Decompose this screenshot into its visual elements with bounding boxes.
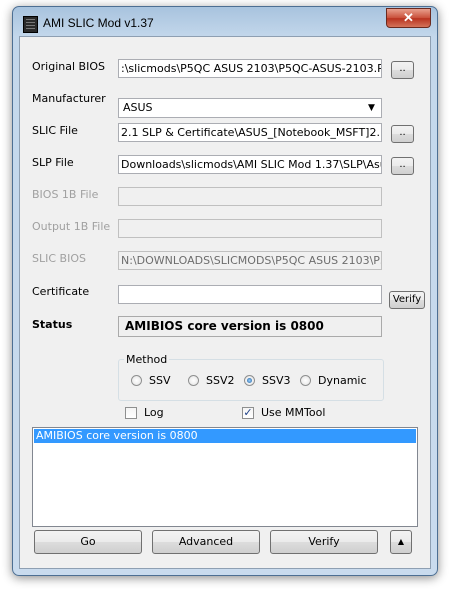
radio-selected-icon — [244, 375, 255, 386]
app-chip-icon — [23, 16, 38, 33]
window-title: AMI SLIC Mod v1.37 — [43, 16, 154, 30]
go-button[interactable]: Go — [34, 530, 142, 554]
certificate-verify-button[interactable]: Verify — [389, 291, 425, 309]
status-label: Status — [32, 318, 73, 331]
bios-1b-file-field — [118, 187, 382, 206]
bios-1b-file-label: BIOS 1B File — [32, 188, 99, 201]
output-1b-file-field — [118, 219, 382, 238]
app-window: AMI SLIC Mod v1.37 ✕ Original BIOS :\sli… — [12, 6, 438, 576]
close-button[interactable]: ✕ — [386, 8, 431, 28]
method-groupbox: Method SSV SSV2 SSV3 Dynamic — [118, 353, 384, 401]
certificate-label: Certificate — [32, 285, 90, 298]
expand-up-button[interactable]: ▲ — [390, 530, 412, 554]
use-mmtool-checkbox-label: Use MMTool — [261, 406, 326, 419]
list-item[interactable]: AMIBIOS core version is 0800 — [34, 429, 416, 443]
original-bios-field[interactable]: :\slicmods\P5QC ASUS 2103\P5QC-ASUS-2103… — [118, 59, 382, 78]
slic-file-browse-button[interactable]: .. — [391, 125, 414, 143]
checkbox-empty-icon — [125, 407, 137, 419]
original-bios-browse-button[interactable]: .. — [391, 61, 414, 79]
radio-circle-icon — [131, 375, 142, 386]
title-bar[interactable]: AMI SLIC Mod v1.37 ✕ — [13, 7, 437, 35]
radio-circle-icon — [188, 375, 199, 386]
manufacturer-dropdown[interactable]: ASUS ▼ — [118, 98, 382, 118]
slic-file-field[interactable]: 2.1 SLP & Certificate\ASUS_[Notebook_MSF… — [118, 123, 382, 142]
slp-file-field[interactable]: Downloads\slicmods\AMI SLIC Mod 1.37\SLP… — [118, 155, 382, 174]
client-area: Original BIOS :\slicmods\P5QC ASUS 2103\… — [19, 36, 431, 569]
radio-ssv2-label: SSV2 — [206, 374, 235, 387]
status-value: AMIBIOS core version is 0800 — [118, 316, 382, 337]
original-bios-label: Original BIOS — [32, 60, 105, 73]
log-checkbox-label: Log — [144, 406, 164, 419]
verify-button[interactable]: Verify — [270, 530, 378, 554]
slic-bios-field: N:\DOWNLOADS\SLICMODS\P5QC ASUS 2103\P5Q — [118, 251, 382, 270]
slic-file-label: SLIC File — [32, 124, 78, 137]
advanced-button[interactable]: Advanced — [152, 530, 260, 554]
slp-file-label: SLP File — [32, 156, 74, 169]
slp-file-browse-button[interactable]: .. — [391, 157, 414, 175]
checkmark-icon: ✓ — [242, 406, 254, 419]
method-legend: Method — [124, 353, 170, 366]
log-listbox[interactable]: AMIBIOS core version is 0800 — [32, 427, 418, 527]
dropdown-arrow-icon: ▼ — [368, 103, 375, 113]
certificate-field[interactable] — [118, 285, 382, 304]
output-1b-file-label: Output 1B File — [32, 220, 111, 233]
slic-bios-label: SLIC BIOS — [32, 252, 86, 265]
radio-ssv-label: SSV — [149, 374, 171, 387]
radio-dynamic-label: Dynamic — [318, 374, 367, 387]
radio-ssv3-label: SSV3 — [262, 374, 291, 387]
manufacturer-label: Manufacturer — [32, 92, 106, 105]
manufacturer-value: ASUS — [123, 101, 153, 114]
radio-circle-icon — [300, 375, 311, 386]
